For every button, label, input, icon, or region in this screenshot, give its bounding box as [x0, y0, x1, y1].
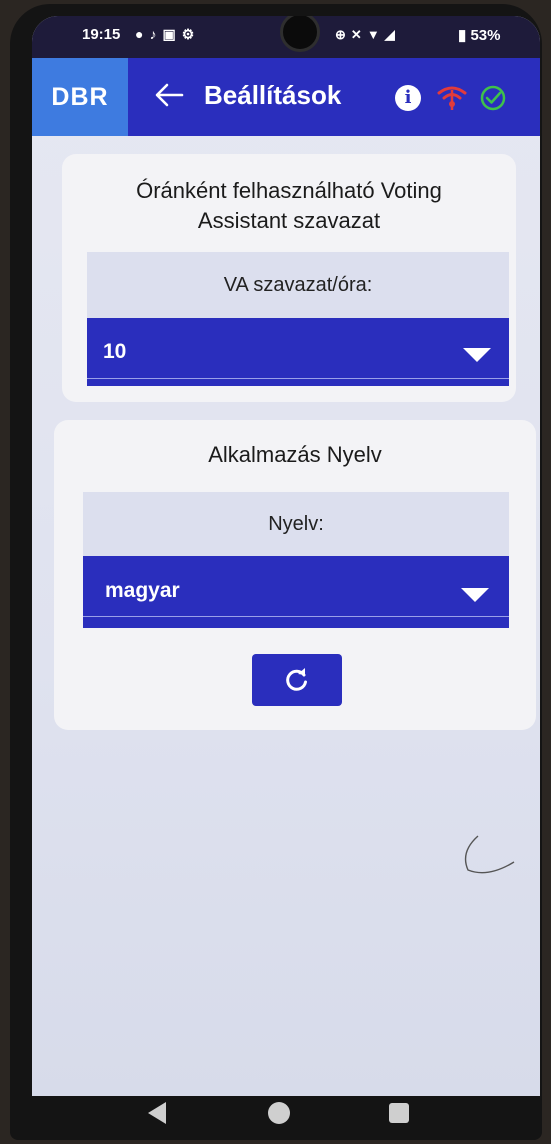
language-label: Nyelv: [83, 492, 509, 556]
navigation-bar [0, 1092, 551, 1144]
mute-icon: ✕ [350, 27, 367, 42]
page-title: Beállítások [204, 80, 342, 110]
language-card-title: Alkalmazás Nyelv [208, 442, 382, 467]
votes-selected-value: 10 [103, 340, 127, 363]
settings-icon: ⚙ [181, 26, 201, 42]
votes-per-hour-select[interactable]: 10 [87, 318, 509, 386]
status-time: 19:15 [82, 26, 121, 43]
votes-card: Óránként felhasználható Voting Assistant… [62, 154, 516, 402]
youtube-icon: ▣ [162, 26, 182, 42]
check-circle-icon[interactable] [479, 84, 507, 112]
app-bar: DBR Beállítások i [32, 58, 540, 136]
select-underline [87, 378, 509, 379]
system-icons: ⊕✕▼◢ [335, 27, 400, 43]
tiktok-icon: ♪ [149, 26, 163, 42]
notification-icons: ●♪▣⚙ [135, 26, 200, 43]
status-bar: 19:15 ●♪▣⚙ ⊕✕▼◢ ▮ 53% [32, 16, 540, 58]
select-underline [83, 616, 509, 617]
chevron-down-icon [461, 588, 489, 602]
signal-icon: ◢ [384, 27, 400, 42]
message-icon: ● [135, 26, 150, 42]
front-camera [280, 16, 320, 52]
data-saver-icon: ⊕ [335, 27, 351, 42]
refresh-icon [286, 668, 307, 691]
recents-square-icon[interactable] [389, 1103, 409, 1123]
chevron-down-icon [463, 348, 491, 362]
back-triangle-icon[interactable] [148, 1102, 166, 1124]
battery-percent: 53% [470, 27, 501, 44]
votes-label: VA szavazat/óra: [87, 252, 509, 318]
battery-icon: ▮ [458, 27, 467, 44]
info-icon[interactable]: i [395, 85, 421, 111]
refresh-button[interactable] [252, 654, 342, 706]
phone-frame: 19:15 ●♪▣⚙ ⊕✕▼◢ ▮ 53% DBR Beállítások i [10, 4, 542, 1140]
back-arrow-icon[interactable] [152, 78, 186, 112]
screen: 19:15 ●♪▣⚙ ⊕✕▼◢ ▮ 53% DBR Beállítások i [32, 16, 540, 1096]
language-select[interactable]: magyar [83, 556, 509, 628]
app-logo: DBR [32, 58, 128, 136]
wifi-icon: ▼ [366, 27, 385, 42]
votes-card-title: Óránként felhasználható Voting Assistant… [136, 178, 442, 233]
battery-indicator: ▮ 53% [458, 26, 500, 44]
wifi-status-icon[interactable] [437, 84, 467, 112]
home-circle-icon[interactable] [268, 1102, 290, 1124]
language-selected-value: magyar [105, 579, 180, 602]
screen-smudge [464, 835, 515, 874]
